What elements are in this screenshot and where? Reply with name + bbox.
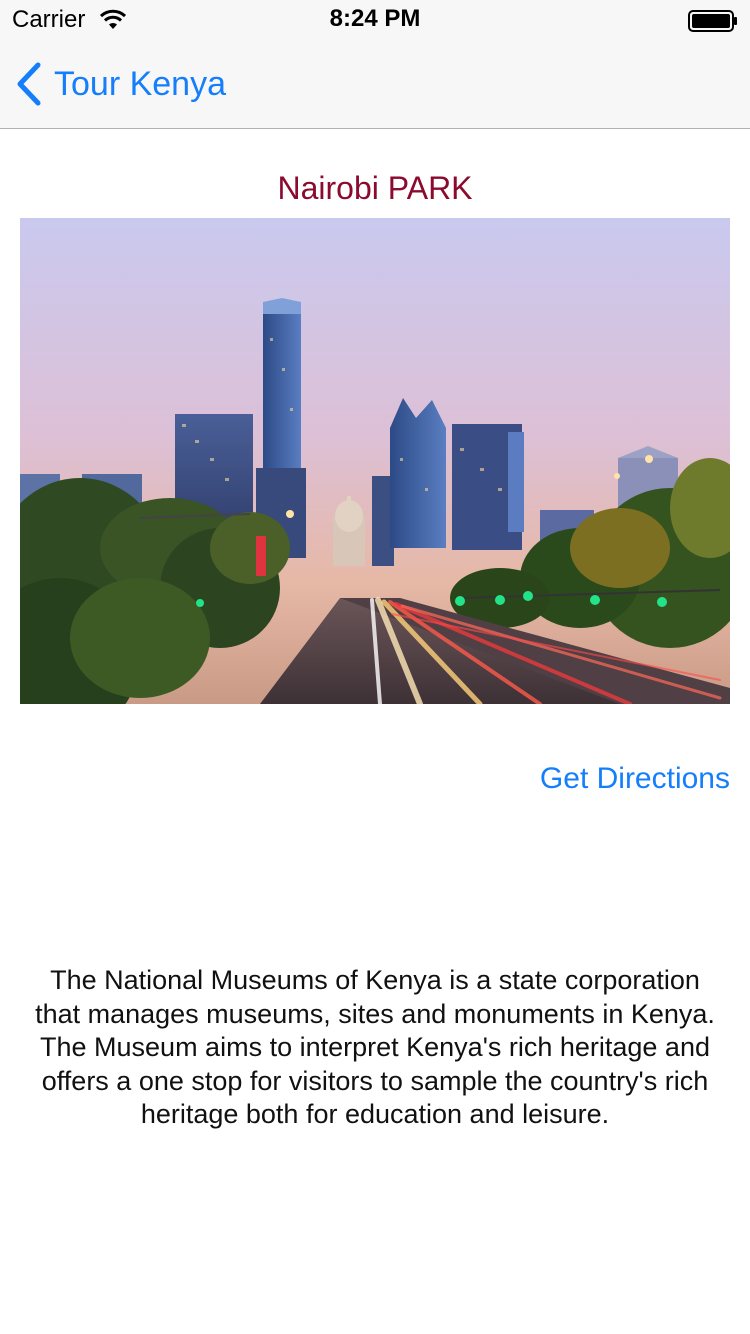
back-button[interactable]: Tour Kenya — [14, 60, 226, 108]
get-directions-link[interactable]: Get Directions — [540, 762, 730, 796]
description-paragraph-2: The Museum aims to interpret Kenya's ric… — [40, 1032, 710, 1129]
battery-icon — [688, 10, 737, 32]
status-time: 8:24 PM — [329, 5, 421, 32]
chevron-left-icon — [17, 62, 41, 106]
page-title: Nairobi PARK — [277, 170, 473, 206]
back-button-label: Tour Kenya — [54, 64, 226, 103]
city-skyline-photo — [20, 218, 730, 704]
description-text: The National Museums of Kenya is a state… — [30, 964, 720, 1132]
description-paragraph-1: The National Museums of Kenya is a state… — [35, 965, 715, 1029]
navigation-bar: Tour Kenya — [0, 40, 750, 129]
status-bar: Carrier 8:24 PM — [0, 0, 750, 40]
